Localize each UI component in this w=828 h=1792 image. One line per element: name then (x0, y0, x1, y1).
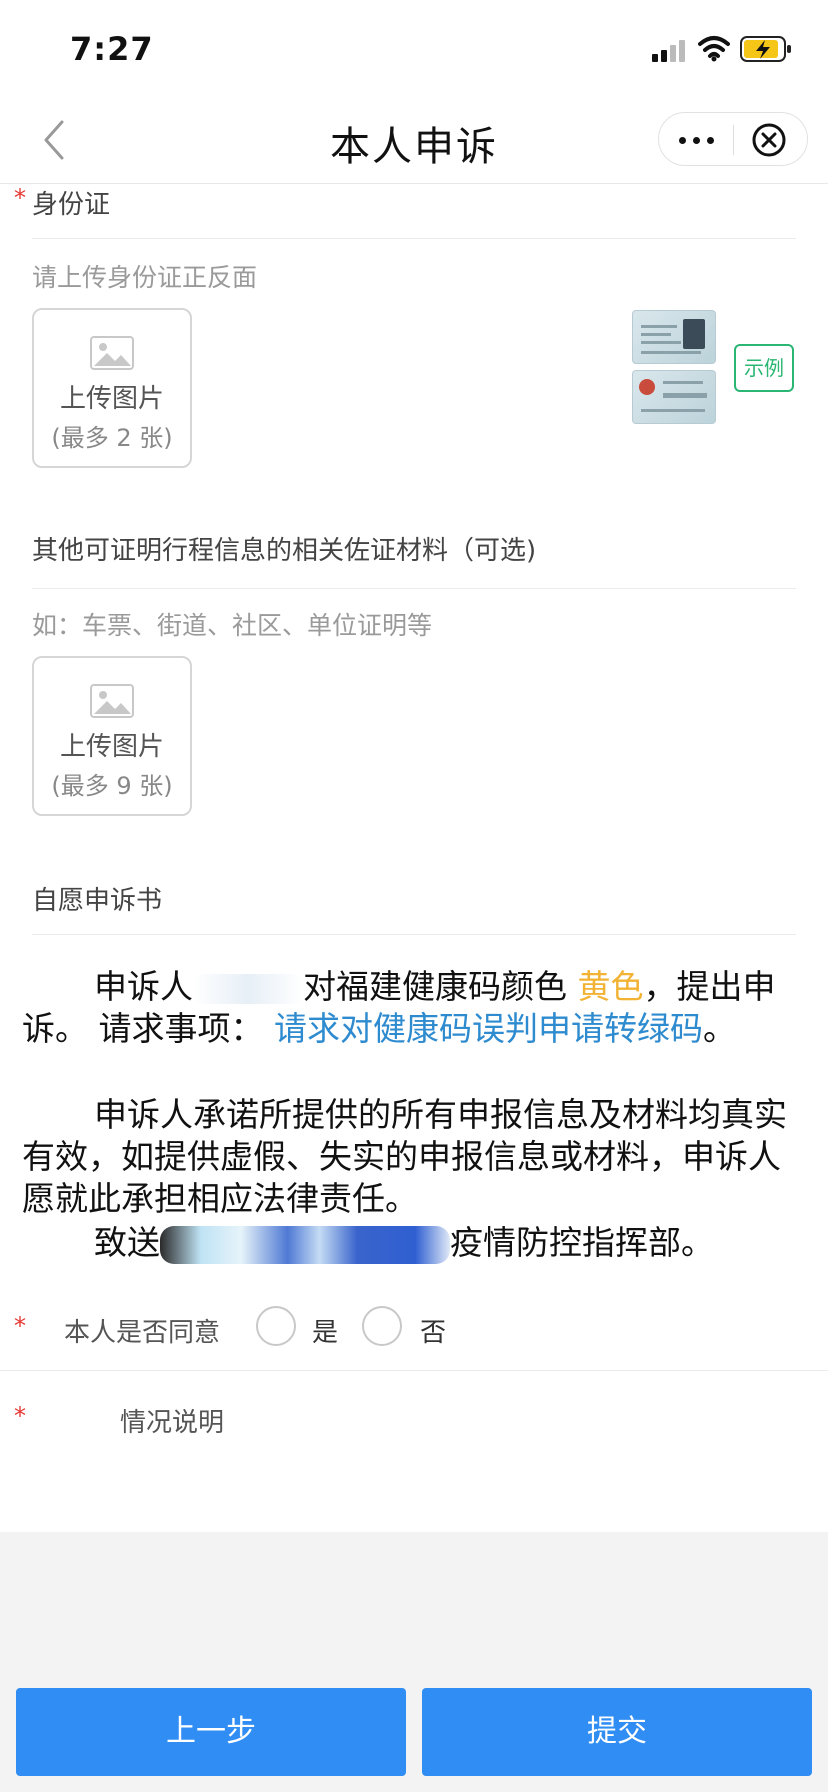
required-asterisk: * (14, 184, 26, 212)
description-label: 情况说明 (120, 1408, 225, 1438)
wifi-icon (698, 34, 730, 62)
consent-no-label[interactable]: 否 (420, 1312, 446, 1349)
blurred-region-name (160, 1225, 450, 1264)
request-item: 请求对健康码误判申请转绿码 (274, 1009, 703, 1048)
previous-step-button[interactable]: 上一步 (16, 1688, 406, 1776)
id-card-hint: 请上传身份证正反面 (32, 263, 258, 292)
other-materials-label: 其他可证明行程信息的相关佐证材料（可选) (32, 536, 537, 566)
consent-no-radio[interactable] (362, 1306, 402, 1346)
upload-limit: (最多 9 张) (51, 772, 173, 800)
image-placeholder-icon (90, 684, 134, 718)
statement-title: 自愿申诉书 (32, 886, 163, 916)
submit-button[interactable]: 提交 (422, 1688, 812, 1776)
description-textarea[interactable] (120, 1446, 800, 1526)
id-card-front-sample-image (632, 310, 716, 364)
upload-limit: (最多 2 张) (51, 424, 173, 452)
consent-yes-radio[interactable] (256, 1306, 296, 1346)
id-card-label: 身份证 (32, 190, 111, 220)
health-code-color: 黄色 (577, 967, 644, 1006)
mini-program-capsule (658, 112, 808, 166)
divider (32, 238, 796, 239)
image-placeholder-icon (90, 336, 134, 370)
blurred-name (193, 973, 303, 1004)
divider (32, 588, 796, 589)
required-asterisk: * (14, 1312, 26, 1340)
divider (0, 1370, 828, 1371)
divider (32, 934, 796, 935)
more-options-button[interactable] (677, 125, 717, 155)
statement-paragraph-3: 致送 疫情防控指挥部。 (94, 1223, 714, 1264)
status-bar: 7:27 (0, 0, 828, 96)
example-button[interactable]: 示例 (734, 344, 794, 392)
id-card-back-sample-image (632, 370, 716, 424)
cellular-signal-icon (652, 38, 688, 62)
navigation-bar: 本人申诉 (0, 96, 828, 184)
capsule-divider (733, 125, 734, 155)
other-materials-upload-button[interactable]: 上传图片 (最多 9 张) (32, 656, 192, 816)
required-asterisk: * (14, 1402, 26, 1430)
close-circle-icon (752, 123, 786, 157)
status-time: 7:27 (70, 30, 154, 68)
upload-label: 上传图片 (59, 732, 164, 762)
page-background (0, 1532, 828, 1684)
close-mini-program-button[interactable] (751, 122, 787, 158)
statement-paragraph-2: 申诉人承诺所提供的所有申报信息及材料均真实有效，如提供虚假、失实的申报信息或材料… (22, 1095, 787, 1218)
consent-yes-label[interactable]: 是 (312, 1312, 338, 1349)
battery-charging-icon (740, 36, 792, 62)
upload-label: 上传图片 (59, 384, 164, 414)
consent-label: 本人是否同意 (64, 1318, 221, 1348)
footer-bar: 上一步 提交 (0, 1684, 828, 1792)
other-materials-hint: 如：车票、街道、社区、单位证明等 (32, 611, 433, 640)
id-card-upload-button[interactable]: 上传图片 (最多 2 张) (32, 308, 192, 468)
statement-paragraph-1: 申诉人 对福建健康码颜色 黄色，提出申诉。 请求事项： 请求对健康码误判申请转绿码… (22, 967, 776, 1048)
